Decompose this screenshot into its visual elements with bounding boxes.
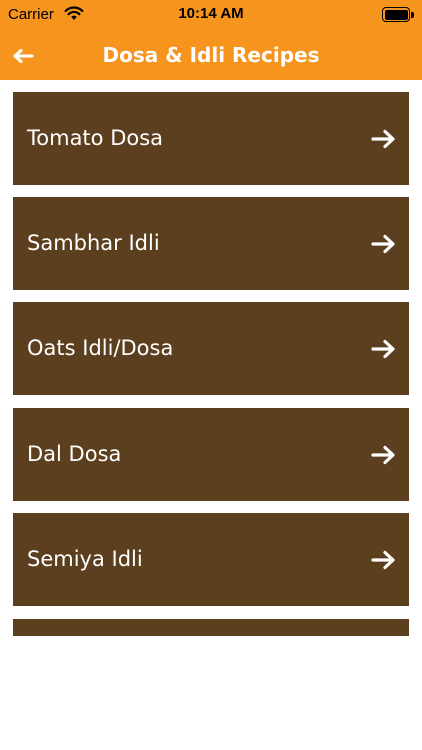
header: Carrier 10:14 AM Dosa & Idli Recipes	[0, 0, 422, 80]
recipe-label: Tomato Dosa	[27, 126, 164, 150]
recipe-label: Dal Dosa	[27, 442, 122, 466]
page-title: Dosa & Idli Recipes	[102, 43, 320, 67]
recipe-row-dal-dosa[interactable]: Dal Dosa	[13, 408, 409, 501]
recipe-label: Sambhar Idli	[27, 231, 160, 255]
recipe-row-oats-idli-dosa[interactable]: Oats Idli/Dosa	[13, 302, 409, 395]
clock: 10:14 AM	[178, 5, 244, 22]
nav-bar: Dosa & Idli Recipes	[0, 30, 422, 80]
recipe-label: Oats Idli/Dosa	[27, 336, 174, 360]
recipe-row-semiya-idli[interactable]: Semiya Idli	[13, 513, 409, 606]
right-arrow-icon	[371, 550, 395, 570]
recipe-row-sambhar-idli[interactable]: Sambhar Idli	[13, 197, 409, 290]
recipe-label: Semiya Idli	[27, 547, 143, 571]
recipe-list[interactable]: Tomato Dosa Sambhar Idli Oats Idli/Dosa …	[0, 80, 422, 636]
battery-icon	[382, 7, 414, 22]
right-arrow-icon	[371, 339, 395, 359]
back-arrow-icon[interactable]	[10, 43, 36, 69]
right-arrow-icon	[371, 129, 395, 149]
recipe-row-tomato-dosa[interactable]: Tomato Dosa	[13, 92, 409, 185]
status-bar: Carrier 10:14 AM	[0, 0, 422, 30]
right-arrow-icon	[371, 234, 395, 254]
right-arrow-icon	[371, 445, 395, 465]
recipes-screen: Carrier 10:14 AM Dosa & Idli Recipes Tom…	[0, 0, 422, 750]
recipe-row-partial[interactable]	[13, 619, 409, 636]
